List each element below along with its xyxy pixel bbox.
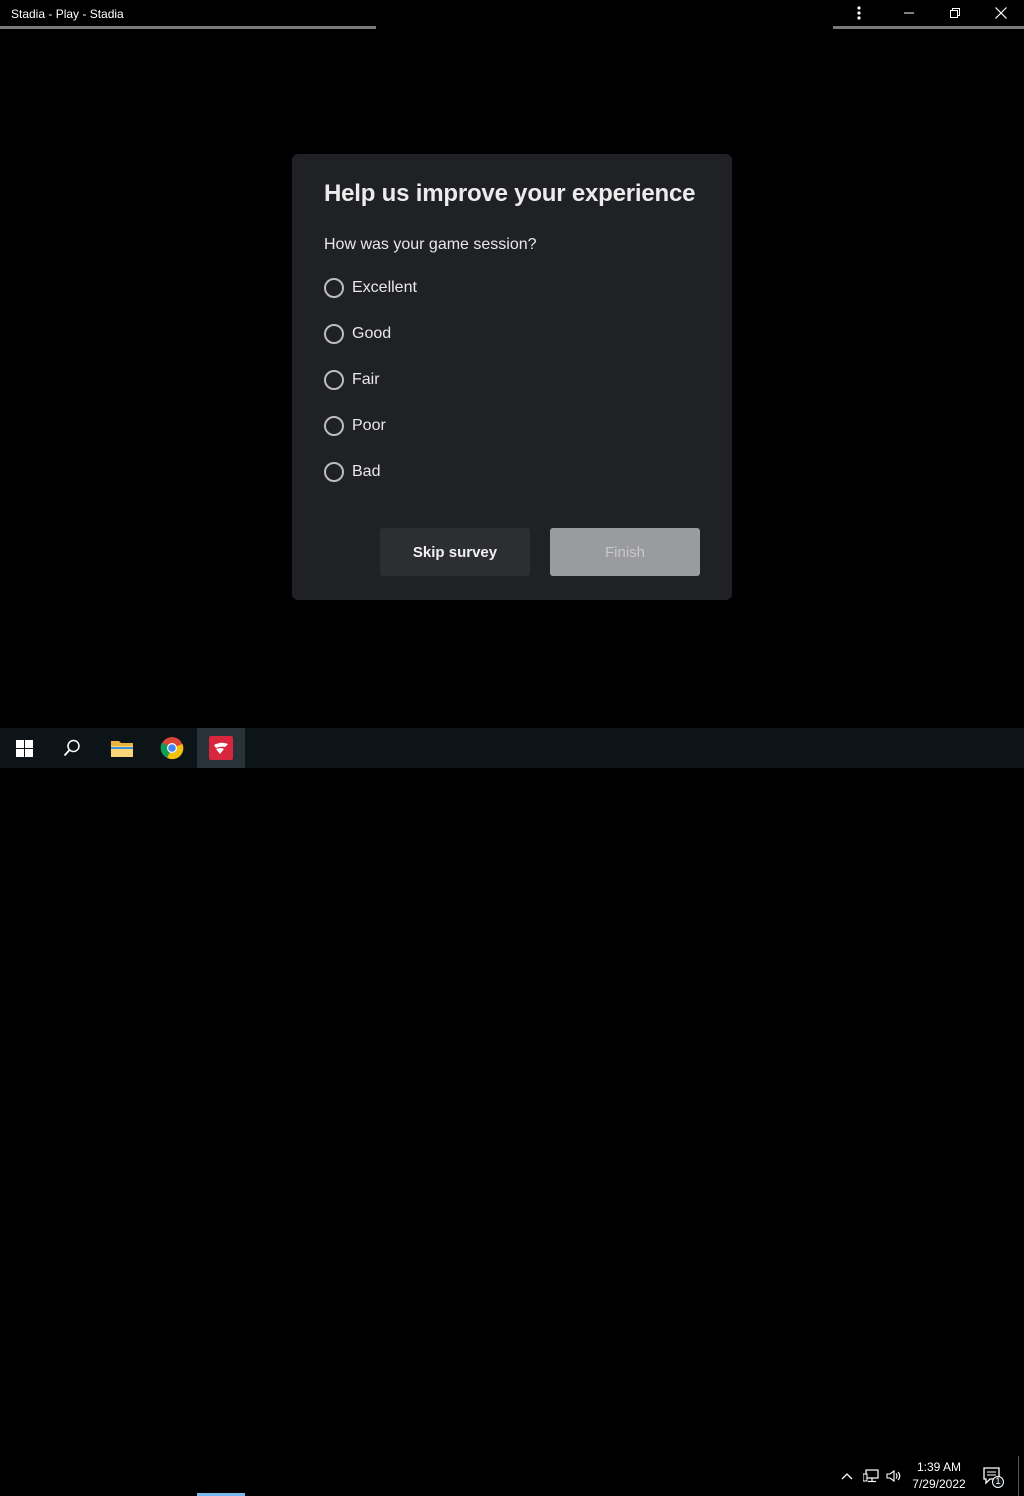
skip-survey-button[interactable]: Skip survey [380,528,530,576]
stadia-icon[interactable] [197,728,245,768]
close-icon [995,7,1007,19]
chevron-up-icon[interactable] [839,1468,855,1484]
title-bar-divider-right [833,26,1024,29]
survey-question: How was your game session? [324,236,537,253]
file-explorer-icon[interactable] [98,728,146,768]
notification-count: 1 [995,1476,1001,1486]
show-desktop-button[interactable] [1018,1456,1019,1496]
radio-option-fair[interactable]: Fair [324,368,380,392]
dialog-title: Help us improve your experience [324,180,696,207]
radio-option-excellent[interactable]: Excellent [324,276,417,300]
clock-date: 7/29/2022 [912,1477,966,1491]
restore-icon [950,8,960,18]
action-center-icon[interactable]: 1 [982,1466,1004,1488]
window-title: Stadia - Play - Stadia [11,7,124,21]
radio-button[interactable] [324,416,344,436]
radio-option-label: Good [352,325,392,342]
taskbar-clock[interactable]: 1:39 AM 7/29/2022 [908,1459,970,1493]
minimize-icon [904,12,914,14]
chrome-icon[interactable] [148,728,196,768]
clock-time: 1:39 AM [916,1460,962,1474]
window-title-bar: Stadia - Play - Stadia [0,0,1024,30]
minimize-button[interactable] [886,0,932,26]
title-bar-divider-left [0,26,376,29]
radio-button[interactable] [324,370,344,390]
survey-dialog: Help us improve your experience How was … [292,154,732,600]
radio-option-good[interactable]: Good [324,322,391,346]
search-icon[interactable] [48,728,96,768]
radio-option-label: Fair [352,371,380,388]
radio-button[interactable] [324,278,344,298]
radio-option-label: Poor [352,417,386,434]
radio-button[interactable] [324,462,344,482]
radio-option-poor[interactable]: Poor [324,414,386,438]
close-button[interactable] [978,0,1024,26]
restore-button[interactable] [932,0,978,26]
radio-option-label: Bad [352,463,381,480]
radio-option-bad[interactable]: Bad [324,460,380,484]
network-icon[interactable] [863,1468,879,1484]
windows-start-icon[interactable] [0,728,48,768]
finish-button[interactable]: Finish [550,528,700,576]
kebab-menu-icon[interactable] [836,0,882,26]
volume-icon[interactable] [886,1468,902,1484]
taskbar: 1:39 AM 7/29/2022 1 [0,728,1024,1496]
radio-button[interactable] [324,324,344,344]
radio-option-label: Excellent [352,279,417,296]
